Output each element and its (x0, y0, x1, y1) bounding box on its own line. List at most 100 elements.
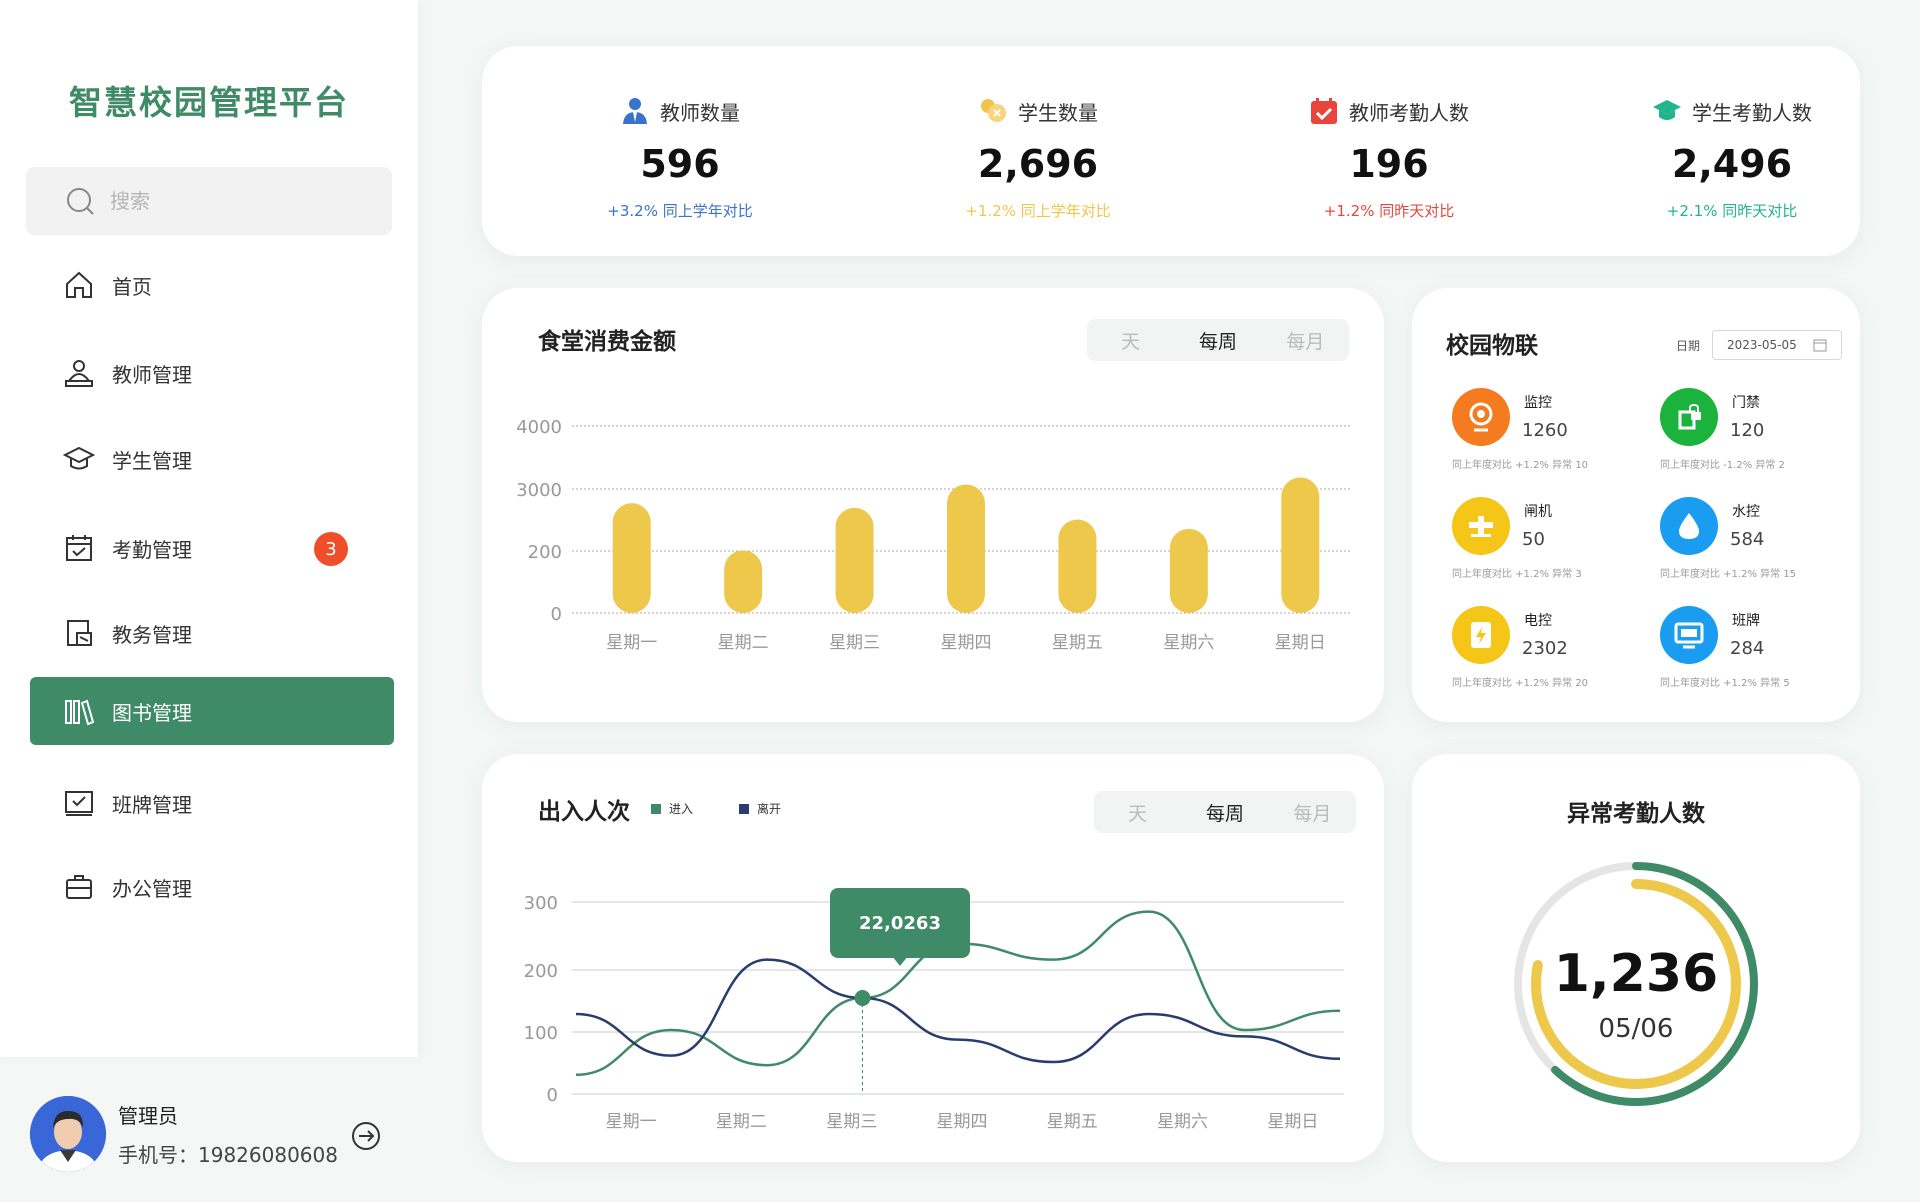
bar (947, 484, 985, 613)
stat-delta: +1.2% 同上学年对比 (965, 202, 1111, 220)
y-tick-label: 4000 (516, 417, 562, 438)
x-tick-label: 星期四 (941, 633, 992, 653)
briefcase-icon (62, 870, 96, 904)
sidebar-item-classboard[interactable]: 班牌管理 (30, 769, 394, 837)
series-line (575, 958, 1341, 1064)
y-tick-label: 100 (524, 1023, 558, 1044)
stat-student-attendance: 学生考勤人数 2,496 +2.1% 同昨天对比 (1582, 46, 1882, 221)
stat-delta: +2.1% 同昨天对比 (1666, 202, 1798, 220)
teacher-icon (62, 356, 96, 390)
search-box[interactable] (26, 167, 392, 235)
stat-student-count: 学生数量 2,696 +1.2% 同上学年对比 (888, 46, 1188, 221)
user-phone: 手机号：19826080608 (118, 1143, 338, 1167)
abnormal-value: 1,236 (1553, 944, 1719, 1004)
date-picker[interactable]: 2023-05-05 (1712, 330, 1842, 360)
iot-sub: 同上年度对比 +1.2% 异常 15 (1660, 569, 1797, 580)
highlight-point (854, 990, 871, 1006)
avatar[interactable] (30, 1096, 106, 1172)
sidebar-item-label: 首页 (112, 274, 152, 299)
chart-tooltip: 22,0263 (830, 888, 970, 958)
sidebar-item-attendance[interactable]: 考勤管理 3 (30, 514, 394, 582)
bar (724, 550, 763, 613)
iot-item-water[interactable]: 水控 584 同上年度对比 +1.2% 异常 15 (1660, 497, 1860, 593)
sidebar-item-library[interactable]: 图书管理 (30, 677, 394, 745)
sidebar-item-home[interactable]: 首页 (30, 251, 394, 319)
iot-value: 2302 (1522, 638, 1568, 659)
stat-teacher-attendance: 教师考勤人数 196 +1.2% 同昨天对比 (1239, 46, 1539, 221)
stat-label: 教师考勤人数 (1349, 100, 1469, 125)
iot-item-door[interactable]: 门禁 120 同上年度对比 -1.2% 异常 2 (1660, 388, 1860, 484)
sidebar: 智慧校园管理平台 首页 教师管理 学生管理 考勤管理 3 (0, 0, 418, 1057)
iot-value: 284 (1730, 638, 1765, 659)
iot-item-classboard[interactable]: 班牌 284 同上年度对比 +1.2% 异常 5 (1660, 606, 1860, 702)
x-tick-label: 星期五 (1052, 633, 1103, 653)
y-tick-label: 0 (547, 1085, 558, 1106)
stat-label: 学生考勤人数 (1692, 100, 1812, 125)
iot-item-gate[interactable]: 闸机 50 同上年度对比 +1.2% 异常 3 (1452, 497, 1652, 593)
y-tick-label: 200 (524, 961, 558, 982)
bar (1058, 519, 1097, 613)
search-icon (67, 188, 94, 215)
bar (1169, 528, 1208, 613)
stat-delta: +1.2% 同昨天对比 (1323, 202, 1455, 220)
x-tick-label: 星期五 (1047, 1112, 1098, 1132)
calendar-check-icon (1311, 98, 1337, 124)
camera-icon (1452, 388, 1510, 446)
books-icon (62, 694, 96, 728)
iot-sub: 同上年度对比 +1.2% 异常 3 (1452, 569, 1582, 580)
abnormal-card: 异常考勤人数 1,236 05/06 (1412, 754, 1860, 1162)
iot-name: 水控 (1732, 504, 1760, 520)
x-tick-label: 星期六 (1157, 1112, 1208, 1132)
canteen-bar-chart: 0 200 3000 4000 星期一 星期二 星期三 星期四 星期五 星期六 星期日 (516, 417, 1352, 653)
x-tick-label: 星期三 (829, 633, 880, 653)
bar (835, 507, 874, 613)
y-tick-label: 300 (524, 893, 558, 914)
x-tick-label: 星期日 (1267, 1112, 1318, 1132)
search-input[interactable] (110, 189, 350, 213)
document-icon (62, 616, 96, 650)
x-tick-label: 星期三 (826, 1112, 877, 1132)
water-drop-icon (1660, 497, 1718, 555)
iot-sub: 同上年度对比 +1.2% 异常 10 (1452, 460, 1589, 471)
power-icon (1452, 606, 1510, 664)
stat-value: 2,496 (1671, 142, 1793, 186)
iot-sub: 同上年度对比 +1.2% 异常 5 (1660, 678, 1790, 689)
sidebar-item-label: 教务管理 (112, 622, 192, 647)
tooltip-arrow (892, 956, 908, 966)
brand-title: 智慧校园管理平台 (69, 83, 349, 122)
iot-sub: 同上年度对比 +1.2% 异常 20 (1452, 678, 1589, 689)
y-tick-label: 0 (551, 604, 562, 625)
iot-item-power[interactable]: 电控 2302 同上年度对比 +1.2% 异常 20 (1452, 606, 1652, 702)
bar (1281, 477, 1320, 613)
iot-name: 闸机 (1524, 504, 1552, 520)
x-tick-label: 星期四 (937, 1112, 988, 1132)
iot-item-camera[interactable]: 监控 1260 同上年度对比 +1.2% 异常 10 (1452, 388, 1652, 484)
sidebar-item-label: 考勤管理 (112, 537, 192, 562)
x-tick-label: 星期二 (716, 1112, 767, 1132)
gate-icon (1452, 497, 1510, 555)
stats-card: 教师数量 596 +3.2% 同上学年对比 学生数量 2,696 +1.2% 同… (482, 46, 1860, 256)
traffic-line-chart: 0 100 200 300 星期一 星期二 星期三 星期四 星期五 星期六 星期日 (524, 893, 1344, 1132)
door-lock-icon (1660, 388, 1718, 446)
sidebar-item-academic[interactable]: 教务管理 (30, 599, 394, 667)
x-tick-label: 星期二 (718, 633, 769, 653)
date-value: 2023-05-05 (1727, 338, 1797, 352)
sidebar-item-teacher[interactable]: 教师管理 (30, 339, 394, 407)
sidebar-item-office[interactable]: 办公管理 (30, 853, 394, 921)
y-tick-label: 3000 (516, 480, 562, 501)
user-name: 管理员 (118, 1104, 178, 1128)
notification-badge: 3 (314, 532, 348, 566)
x-tick-label: 星期一 (606, 1112, 657, 1132)
stat-value: 596 (640, 142, 720, 186)
iot-name: 电控 (1524, 613, 1552, 629)
sidebar-item-label: 学生管理 (112, 448, 192, 473)
iot-value: 584 (1730, 529, 1765, 550)
x-tick-label: 星期一 (606, 633, 657, 653)
sidebar-item-student[interactable]: 学生管理 (30, 425, 394, 493)
x-tick-label: 星期日 (1275, 633, 1326, 653)
iot-value: 1260 (1522, 420, 1568, 441)
sidebar-item-label: 教师管理 (112, 362, 192, 387)
graduation-cap-icon (1653, 100, 1681, 120)
logout-icon[interactable] (350, 1120, 382, 1152)
y-tick-label: 200 (528, 542, 562, 563)
